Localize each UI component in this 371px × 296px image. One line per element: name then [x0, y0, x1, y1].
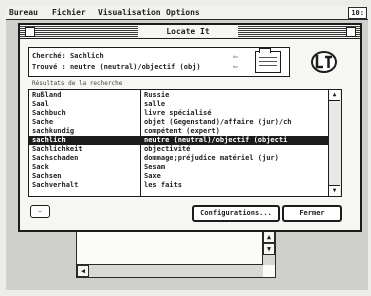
document-icon[interactable]	[255, 48, 281, 73]
results-list[interactable]: Rußland Russie Saal salle Sachbuch livre sp…	[28, 89, 342, 197]
dialog-title: Locate It	[138, 25, 238, 38]
list-item-term: Saal	[32, 100, 49, 108]
list-item-translation: Saxe	[144, 172, 161, 180]
list-scroll-down-icon[interactable]: ▼	[329, 185, 340, 196]
list-item[interactable]: Sachschaden dommage;préjudice matériel (j…	[29, 154, 329, 163]
list-item-selected[interactable]: sachlich neutre (neutral)/objectif (objec…	[29, 136, 329, 145]
list-item-translation: Russie	[144, 91, 170, 99]
list-item-term: sachkundig	[32, 127, 75, 135]
next-arrow-icon[interactable]: ⇦	[233, 62, 238, 72]
list-item[interactable]: Sack Sesam	[29, 163, 329, 172]
scroll-down-icon[interactable]: ▼	[263, 243, 275, 255]
list-item-translation: salle	[144, 100, 166, 108]
search-panel: Cherché: Sachlich Trouvé : neutre (neutr…	[28, 47, 290, 77]
list-item-term: Sachsen	[32, 172, 62, 180]
menu-bureau[interactable]: Bureau	[9, 6, 38, 19]
list-item-translation: neutre (neutral)/objectif (objecti	[144, 136, 288, 144]
configurations-button[interactable]: Configurations...	[192, 205, 280, 222]
close-box-icon[interactable]	[25, 27, 35, 37]
list-item-term: Rußland	[32, 91, 62, 99]
close-button[interactable]: Fermer	[282, 205, 342, 222]
search-label: Cherché:	[32, 52, 66, 60]
locate-it-dialog: Locate It Cherché: Sachlich Trouvé : neu…	[18, 23, 362, 232]
background-horizontal-scrollbar[interactable]: ◀	[77, 264, 263, 277]
list-item-term: Sachlichkeit	[32, 145, 83, 153]
found-row: Trouvé : neutre (neutral)/objectif (obj)	[32, 62, 201, 72]
list-item-term: Sack	[32, 163, 49, 171]
list-item[interactable]: Sache objet (Gegenstand)/affaire (jur)/ch	[29, 118, 329, 127]
list-item[interactable]: Saal salle	[29, 100, 329, 109]
list-item[interactable]: Sachsen Saxe	[29, 172, 329, 181]
menu-bar: Bureau Fichier Visualisation Options 10:	[6, 6, 368, 20]
minimize-button[interactable]: —	[30, 205, 50, 218]
list-item-term: Sachschaden	[32, 154, 79, 162]
list-item-translation: les faits	[144, 181, 182, 189]
list-scrollbar[interactable]: ▲ ▼	[328, 90, 341, 196]
found-label: Trouvé :	[32, 63, 66, 71]
menubar-clock: 10:	[348, 7, 367, 19]
results-heading: Résultats de la recherche	[32, 80, 123, 87]
found-value: neutre (neutral)/objectif (obj)	[69, 63, 201, 71]
list-item-translation: compétent (expert)	[144, 127, 220, 135]
list-item[interactable]: Sachbuch livre spécialisé	[29, 109, 329, 118]
previous-arrow-icon[interactable]: ⇦	[233, 52, 238, 62]
menu-visualisation[interactable]: Visualisation	[98, 6, 161, 19]
list-item[interactable]: Sachlichkeit objectivité	[29, 145, 329, 154]
list-item-translation: Sesam	[144, 163, 166, 171]
list-item[interactable]: Sachverhalt les faits	[29, 181, 329, 190]
navigation-arrow-icons[interactable]: ⇦ ⇦	[233, 52, 238, 72]
locate-it-logo-icon	[311, 51, 337, 73]
list-item-translation: dommage;préjudice matériel (jur)	[144, 154, 279, 162]
list-item-term: Sachbuch	[32, 109, 66, 117]
list-scroll-up-icon[interactable]: ▲	[329, 90, 340, 101]
list-item-translation: livre spécialisé	[144, 109, 212, 117]
list-item-term: Sache	[32, 118, 54, 126]
desktop: Bureau Fichier Visualisation Options 10:…	[6, 6, 368, 290]
list-item[interactable]: sachkundig compétent (expert)	[29, 127, 329, 136]
dialog-title-bar[interactable]: Locate It	[20, 25, 360, 39]
menu-fichier[interactable]: Fichier	[52, 6, 86, 19]
menu-options[interactable]: Options	[166, 6, 200, 19]
search-input[interactable]: Sachlich	[70, 52, 104, 60]
list-item-translation: objet (Gegenstand)/affaire (jur)/ch	[144, 118, 292, 126]
scroll-left-icon[interactable]: ◀	[77, 265, 89, 277]
search-row: Cherché: Sachlich	[32, 51, 104, 61]
full-size-box-icon[interactable]	[346, 27, 356, 37]
list-item-term: Sachverhalt	[32, 181, 79, 189]
list-item[interactable]: Rußland Russie	[29, 91, 329, 100]
scroll-up-icon[interactable]: ▲	[263, 231, 275, 243]
list-item-translation: objectivité	[144, 145, 191, 153]
list-item-term: sachlich	[32, 136, 66, 144]
